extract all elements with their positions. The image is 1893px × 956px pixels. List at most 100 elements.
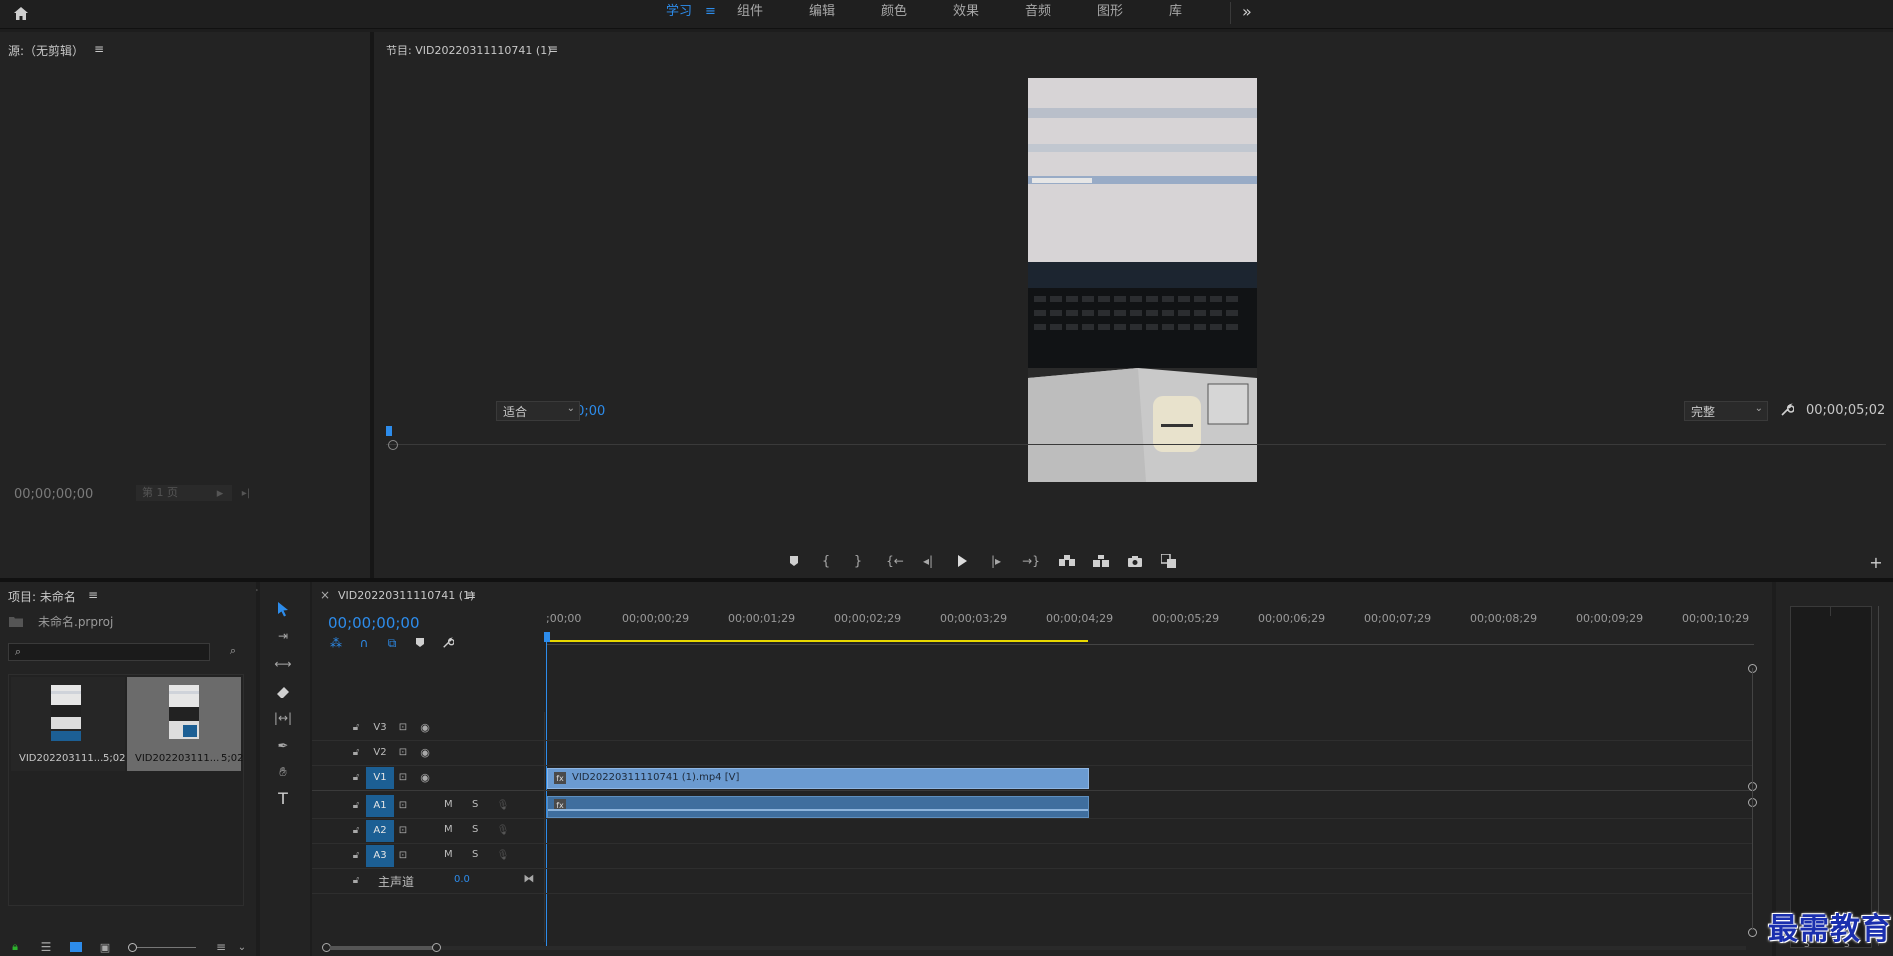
step-back-icon[interactable]: ◂| [918, 552, 938, 570]
tab-learn[interactable]: 学习 [666, 0, 692, 26]
timeline-zoom-thumb[interactable] [330, 946, 434, 950]
new-search-bin-icon[interactable]: ⌕ [224, 643, 242, 659]
list-view-icon[interactable]: ☰ [38, 940, 54, 954]
source-timecode[interactable]: 00;00;00;00 [14, 487, 93, 502]
solo-button[interactable]: S [472, 824, 478, 835]
master-go-to-end-icon[interactable]: ⧓ [522, 871, 536, 885]
timeline-zoom-bar[interactable] [322, 943, 1746, 952]
zoom-slider-handle[interactable] [128, 943, 137, 952]
project-item-selected[interactable]: VID202203111... 5;02 [127, 677, 243, 771]
more-workspaces-icon[interactable]: » [1242, 0, 1252, 26]
timeline-marker-icon[interactable] [412, 636, 428, 650]
go-to-out-icon[interactable]: →} [1020, 552, 1042, 570]
track-lock-icon[interactable]: 🔓︎ [350, 798, 362, 812]
audio-clip[interactable]: fx [547, 796, 1089, 818]
track-lock-icon[interactable]: 🔓︎ [350, 823, 362, 837]
pen-tool-icon[interactable]: ✒ [272, 736, 294, 756]
track-label-active[interactable]: V1 [366, 767, 394, 789]
tab-editing[interactable]: 编辑 [809, 0, 835, 26]
program-panel-menu-icon[interactable]: ≡ [548, 42, 558, 56]
icon-view-icon[interactable] [68, 940, 84, 954]
razor-tool-icon[interactable] [272, 682, 294, 702]
timeline-ruler[interactable]: ;00;00 00;00;00;29 00;00;01;29 00;00;02;… [544, 612, 1754, 652]
track-lock-icon[interactable]: 🔓︎ [350, 745, 362, 759]
track-lock-icon[interactable]: 🔓︎ [350, 873, 362, 887]
type-tool-icon[interactable]: T [272, 788, 294, 808]
play-icon[interactable] [952, 552, 972, 570]
hand-tool-icon[interactable]: ✋︎ [272, 762, 294, 782]
wrench-icon[interactable] [1778, 401, 1796, 419]
tab-assembly[interactable]: 组件 [737, 0, 763, 26]
timeline-settings-wrench-icon[interactable] [440, 636, 456, 650]
selection-tool-icon[interactable] [272, 598, 294, 620]
step-forward-icon[interactable]: |▸ [986, 552, 1006, 570]
program-zoom-handle-left[interactable] [388, 440, 398, 450]
project-item[interactable]: VID202203111... 5;02 [11, 677, 125, 771]
track-output-icon[interactable]: ⊡ [396, 720, 410, 734]
mute-button[interactable]: M [444, 849, 453, 860]
tab-audio[interactable]: 音频 [1025, 0, 1051, 26]
program-add-button[interactable]: + [1868, 553, 1884, 572]
microphone-icon[interactable]: 🎙︎ [496, 848, 510, 862]
lift-icon[interactable] [1056, 552, 1078, 570]
timeline-close-icon[interactable]: × [320, 588, 330, 602]
mute-button[interactable]: M [444, 824, 453, 835]
tab-libraries[interactable]: 库 [1169, 0, 1182, 26]
solo-button[interactable]: S [472, 799, 478, 810]
track-label-active[interactable]: A2 [366, 820, 394, 842]
track-label-active[interactable]: A1 [366, 795, 394, 817]
track-select-tool-icon[interactable]: ⇥ [272, 626, 294, 646]
timeline-timecode[interactable]: 00;00;00;00 [328, 614, 420, 632]
master-volume-value[interactable]: 0.0 [454, 874, 470, 885]
sort-chevron-down-icon[interactable]: ⌄ [236, 940, 248, 954]
sort-icon[interactable]: ≡ [214, 940, 228, 954]
program-playhead[interactable] [386, 426, 392, 436]
track-output-icon[interactable]: ⊡ [396, 798, 410, 812]
lock-icon[interactable]: 🔒︎ [8, 940, 22, 954]
track-lock-icon[interactable]: 🔓︎ [350, 720, 362, 734]
tab-color[interactable]: 颜色 [881, 0, 907, 26]
project-panel-menu-icon[interactable]: ≡ [88, 588, 98, 602]
slip-tool-icon[interactable]: |↔| [272, 708, 294, 728]
microphone-icon[interactable]: 🎙︎ [496, 798, 510, 812]
tab-effects[interactable]: 效果 [953, 0, 979, 26]
freeform-view-icon[interactable]: ▣ [96, 940, 114, 954]
track-output-icon[interactable]: ⊡ [396, 848, 410, 862]
project-search-field[interactable]: ⌕ [8, 643, 210, 661]
zoom-slider[interactable] [128, 943, 196, 952]
nest-toggle-icon[interactable]: ⁂ [328, 636, 344, 650]
eye-icon[interactable]: ◉ [418, 745, 432, 759]
timeline-zoom-handle-right[interactable] [432, 943, 441, 952]
mute-button[interactable]: M [444, 799, 453, 810]
snap-icon[interactable]: ∩ [356, 636, 372, 650]
extract-icon[interactable] [1090, 552, 1112, 570]
compare-view-icon[interactable] [1158, 552, 1180, 570]
microphone-icon[interactable]: 🎙︎ [496, 823, 510, 837]
camera-icon[interactable] [1124, 552, 1146, 570]
add-marker-icon[interactable] [784, 552, 804, 570]
program-time-ruler[interactable] [386, 426, 1886, 445]
solo-button[interactable]: S [472, 849, 478, 860]
eye-icon[interactable]: ◉ [418, 720, 432, 734]
program-fit-dropdown[interactable]: 适合 ⌄ [496, 401, 580, 421]
program-quality-dropdown[interactable]: 完整 ⌄ [1684, 401, 1768, 421]
track-output-icon[interactable]: ⊡ [396, 745, 410, 759]
source-page-stepper-icon[interactable]: ▸ [214, 485, 226, 501]
source-panel-menu-icon[interactable]: ≡ [94, 42, 104, 56]
source-fit-icon[interactable]: ▸| [238, 485, 254, 501]
track-output-icon[interactable]: ⊡ [396, 770, 410, 784]
mark-in-icon[interactable]: { [816, 552, 836, 570]
timeline-menu-icon[interactable]: ≡ [466, 588, 476, 602]
linked-selection-icon[interactable]: ⧉ [384, 636, 400, 650]
video-clip[interactable]: fx VID20220311110741 (1).mp4 [V] [547, 768, 1089, 789]
track-lock-icon[interactable]: 🔓︎ [350, 848, 362, 862]
timeline-playhead-handle[interactable] [544, 632, 550, 642]
work-area-bar[interactable] [546, 640, 1088, 642]
track-output-icon[interactable]: ⊡ [396, 823, 410, 837]
tab-graphics[interactable]: 图形 [1097, 0, 1123, 26]
eye-icon[interactable]: ◉ [418, 770, 432, 784]
go-to-in-icon[interactable]: {← [884, 552, 906, 570]
track-label[interactable]: V3 [366, 717, 394, 739]
home-icon[interactable] [10, 3, 32, 23]
project-search-input[interactable] [27, 644, 207, 660]
